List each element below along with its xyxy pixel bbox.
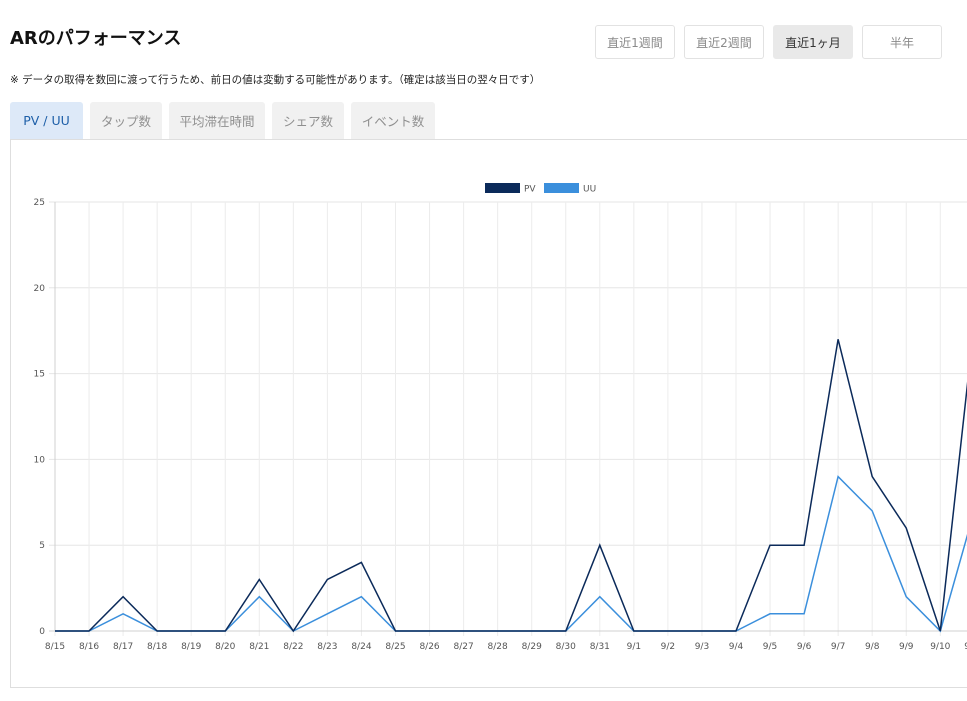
range-1-week-button[interactable]: 直近1週間 xyxy=(595,25,675,59)
x-tick-label: 9/8 xyxy=(865,642,880,652)
tab-average-stay-time[interactable]: 平均滞在時間 xyxy=(169,102,265,139)
x-tick-label: 9/3 xyxy=(695,642,709,652)
x-tick-label: 9/1 xyxy=(627,642,641,652)
metric-tabs: PV / UU タップ数 平均滞在時間 シェア数 イベント数 xyxy=(10,102,435,139)
tab-pv-uu[interactable]: PV / UU xyxy=(10,102,83,139)
x-tick-label: 8/22 xyxy=(283,642,303,652)
y-tick-label: 20 xyxy=(34,284,46,294)
data-disclaimer-note: ※ データの取得を数回に渡って行うため、前日の値は変動する可能性があります。（確… xyxy=(10,74,541,86)
y-tick-label: 10 xyxy=(34,455,46,465)
x-tick-label: 9/6 xyxy=(797,642,812,652)
page-title: ARのパフォーマンス xyxy=(10,28,182,49)
x-tick-label: 9/7 xyxy=(831,642,845,652)
legend-label-uu: UU xyxy=(583,185,596,195)
x-tick-label: 8/16 xyxy=(79,642,99,652)
series-line-uu xyxy=(55,475,967,633)
x-tick-label: 9/10 xyxy=(930,642,950,652)
x-tick-label: 9/9 xyxy=(899,642,914,652)
y-tick-label: 15 xyxy=(34,370,45,380)
range-half-year-button[interactable]: 半年 xyxy=(862,25,942,59)
tab-share-count[interactable]: シェア数 xyxy=(272,102,344,139)
x-tick-label: 9/4 xyxy=(729,642,744,652)
date-range-selector: 直近1週間 直近2週間 直近1ヶ月 半年 xyxy=(595,25,942,59)
chart-panel: 0 5 10 15 20 25 8/15 8/16 8/17 8/18 8/19 8/20 8/21 8/… xyxy=(10,139,967,688)
x-tick-label: 8/29 xyxy=(522,642,542,652)
x-tick-label: 8/19 xyxy=(181,642,201,652)
legend-swatch-pv xyxy=(485,183,520,193)
range-1-month-button[interactable]: 直近1ヶ月 xyxy=(773,25,853,59)
y-tick-label: 25 xyxy=(34,198,45,208)
legend-label-pv: PV xyxy=(524,185,536,195)
x-tick-label: 8/21 xyxy=(249,642,269,652)
page: ARのパフォーマンス 直近1週間 直近2週間 直近1ヶ月 半年 ※ データの取得… xyxy=(0,0,967,701)
x-tick-label: 8/15 xyxy=(45,642,65,652)
pv-uu-line-chart: 0 5 10 15 20 25 8/15 8/16 8/17 8/18 8/19 8/20 8/21 8/… xyxy=(34,183,967,652)
x-tick-label: 8/20 xyxy=(215,642,235,652)
x-tick-label: 9/2 xyxy=(661,642,675,652)
tab-event-count[interactable]: イベント数 xyxy=(351,102,435,139)
x-tick-label: 8/17 xyxy=(113,642,133,652)
y-tick-label: 0 xyxy=(39,627,45,637)
tab-tap-count[interactable]: タップ数 xyxy=(90,102,162,139)
x-tick-label: 8/30 xyxy=(556,642,576,652)
x-tick-label: 9/5 xyxy=(763,642,777,652)
x-tick-label: 8/18 xyxy=(147,642,167,652)
y-tick-label: 5 xyxy=(39,541,45,551)
series-line-pv xyxy=(55,339,967,633)
x-tick-label: 8/28 xyxy=(488,642,508,652)
x-tick-label: 8/24 xyxy=(351,642,371,652)
x-tick-label: 8/23 xyxy=(317,642,337,652)
x-tick-label: 8/31 xyxy=(590,642,610,652)
x-tick-label: 8/27 xyxy=(453,642,473,652)
legend-swatch-uu xyxy=(544,183,579,193)
x-tick-label: 8/26 xyxy=(419,642,439,652)
range-2-weeks-button[interactable]: 直近2週間 xyxy=(684,25,764,59)
x-tick-label: 8/25 xyxy=(385,642,405,652)
